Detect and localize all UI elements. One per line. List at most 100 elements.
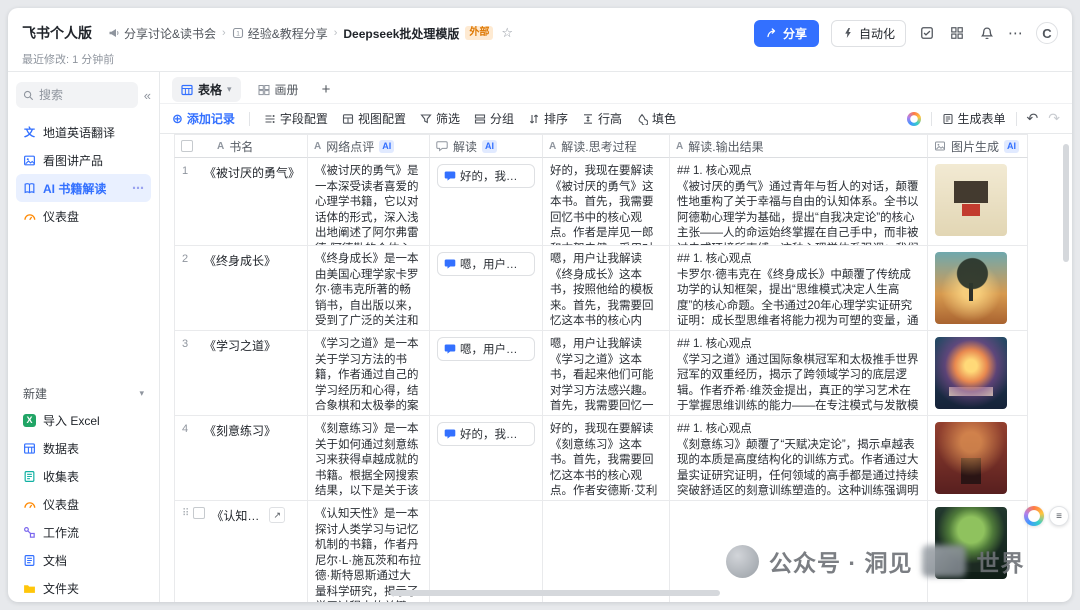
fill-color-button[interactable]: 填色 xyxy=(636,110,676,127)
cell-image[interactable] xyxy=(928,246,1028,331)
divider xyxy=(249,112,250,126)
cell-output[interactable]: ## 1. 核心观点 《学习之道》通过国际象棋冠军和太极推手世界冠军的双重经历，… xyxy=(670,331,928,416)
sidebar-item-doc[interactable]: 文档 xyxy=(16,546,151,574)
select-all-checkbox[interactable] xyxy=(181,140,193,152)
sidebar-item-import-excel[interactable]: X 导入 Excel xyxy=(16,406,151,434)
row-number: 3 xyxy=(182,337,198,350)
apps-grid-icon[interactable] xyxy=(948,24,966,42)
checklist-icon[interactable] xyxy=(918,24,936,42)
sidebar-item-translate[interactable]: 文 地道英语翻译 xyxy=(16,118,151,146)
group-button[interactable]: 分组 xyxy=(474,110,514,127)
cell-interpret[interactable]: 好的，我现在要解... xyxy=(430,416,543,501)
column-header-review[interactable]: A 网络点评 AI xyxy=(308,134,430,158)
cell-interpret[interactable]: 好的，我现在要解... xyxy=(430,158,543,246)
cell-output[interactable]: ## 1. 核心观点 《刻意练习》颠覆了“天赋决定论”，揭示卓越表现的本质是高度… xyxy=(670,416,928,501)
more-menu-icon[interactable]: ⋯ xyxy=(1008,24,1024,42)
breadcrumb-item-folder[interactable]: 1 经验&教程分享 xyxy=(232,25,328,42)
ai-chat-chip[interactable]: 嗯，用户让我解读... xyxy=(437,252,535,276)
cell-image[interactable] xyxy=(928,158,1028,246)
sidebar-item-product[interactable]: 看图讲产品 xyxy=(16,146,151,174)
cell-interpret[interactable]: 嗯，用户让我解读... xyxy=(430,331,543,416)
row-height-button[interactable]: 行高 xyxy=(582,110,622,127)
generated-image-dark-red[interactable] xyxy=(935,422,1007,494)
tab-table-view[interactable]: 表格 ▾ xyxy=(172,77,241,102)
favorite-star-icon[interactable]: ☆ xyxy=(501,25,513,41)
search-box[interactable] xyxy=(16,82,138,108)
ai-chat-chip[interactable]: 好的，我现在要解... xyxy=(437,164,535,188)
sidebar-item-workflow[interactable]: 工作流 xyxy=(16,518,151,546)
book-title: 《学习之道》 xyxy=(204,337,276,354)
sidebar-collapse-icon[interactable]: « xyxy=(144,88,151,103)
ai-chat-chip[interactable]: 好的，我现在要解... xyxy=(437,422,535,446)
row-checkbox[interactable] xyxy=(193,507,205,519)
cell-image[interactable] xyxy=(928,416,1028,501)
search-input[interactable] xyxy=(39,88,109,102)
ai-badge: AI xyxy=(379,140,394,153)
column-header-output[interactable]: A 解读.输出结果 xyxy=(670,134,928,158)
column-header-title[interactable]: A 书名 xyxy=(174,134,308,158)
generated-image-book-cover[interactable] xyxy=(935,164,1007,236)
undo-icon[interactable]: ↶ xyxy=(1027,110,1039,127)
cell-review[interactable]: 《学习之道》是一本关于学习方法的书籍，作者通过自己的学习经历和心得，结合象棋和太… xyxy=(308,331,430,416)
ai-float-button[interactable] xyxy=(1024,506,1044,526)
cell-title[interactable]: 2 《终身成长》 xyxy=(174,246,308,331)
cell-review[interactable]: 《刻意练习》是一本关于如何通过刻意练习来获得卓越成就的书籍。根据全网搜索结果，以… xyxy=(308,416,430,501)
cell-review[interactable]: 《终身成长》是一本由美国心理学家卡罗尔·德韦克所著的畅销书，自出版以来，受到了广… xyxy=(308,246,430,331)
breadcrumb-item-current[interactable]: Deepseek批处理模版 xyxy=(343,25,459,42)
cell-review[interactable]: 《被讨厌的勇气》是一本深受读者喜爱的心理学书籍，它以对话体的形式，深入浅出地阐述… xyxy=(308,158,430,246)
generated-image-tree-sunset[interactable] xyxy=(935,252,1007,324)
cell-thinking[interactable]: 嗯，用户让我解读《终身成长》这本书，按照他给的模板来。首先，我需要回忆这本书的核… xyxy=(543,246,670,331)
tab-gallery-view[interactable]: 画册 xyxy=(249,77,308,102)
ai-assistant-icon[interactable] xyxy=(907,112,921,126)
field-config-button[interactable]: 字段配置 xyxy=(264,110,328,127)
cell-output[interactable] xyxy=(670,501,928,602)
sidebar-item-datatable[interactable]: 数据表 xyxy=(16,434,151,462)
redo-icon[interactable]: ↷ xyxy=(1048,110,1060,127)
cell-interpret[interactable]: 嗯，用户让我解读... xyxy=(430,246,543,331)
cell-review[interactable]: 《认知天性》是一本探讨人类学习与记忆机制的书籍，作者丹尼尔·L·施瓦茨和布拉德·… xyxy=(308,501,430,602)
sidebar-item-dashboard-new[interactable]: 仪表盘 xyxy=(16,490,151,518)
generated-image-head-tree[interactable] xyxy=(935,507,1007,579)
generate-form-button[interactable]: 生成表单 xyxy=(942,110,1006,127)
cell-title[interactable]: 4 《刻意练习》 xyxy=(174,416,308,501)
expand-record-icon[interactable]: ↗ xyxy=(269,507,285,523)
sidebar-item-dashboard[interactable]: 仪表盘 xyxy=(16,202,151,230)
add-record-button[interactable]: ⊕ 添加记录 xyxy=(172,110,235,127)
drag-handle-icon[interactable]: ⠿ xyxy=(182,507,187,519)
vertical-scrollbar[interactable] xyxy=(1063,140,1069,580)
app-logo[interactable]: 飞书个人版 xyxy=(22,23,92,43)
horizontal-scrollbar-thumb[interactable] xyxy=(390,590,720,596)
user-avatar[interactable]: C xyxy=(1036,22,1058,44)
column-header-thinking[interactable]: A 解读.思考过程 xyxy=(543,134,670,158)
cell-thinking[interactable]: 嗯，用户让我解读《学习之道》这本书，看起来他们可能对学习方法感兴趣。首先，我需要… xyxy=(543,331,670,416)
generated-image-book-burst[interactable] xyxy=(935,337,1007,409)
cell-title[interactable]: 1 《被讨厌的勇气》 xyxy=(174,158,308,246)
cell-thinking[interactable] xyxy=(543,501,670,602)
item-more-icon[interactable]: ⋯ xyxy=(132,181,144,195)
cell-image[interactable] xyxy=(928,331,1028,416)
sidebar-item-folder[interactable]: 文件夹 xyxy=(16,574,151,602)
sidebar-item-form[interactable]: 收集表 xyxy=(16,462,151,490)
ai-chat-chip[interactable]: 嗯，用户让我解读... xyxy=(437,337,535,361)
cell-output[interactable]: ## 1. 核心观点 《被讨厌的勇气》通过青年与哲人的对话，颠覆性地重构了关于幸… xyxy=(670,158,928,246)
view-config-button[interactable]: 视图配置 xyxy=(342,110,406,127)
breadcrumb-item-group[interactable]: 分享讨论&读书会 xyxy=(108,25,216,42)
new-section-header[interactable]: 新建 ▾ xyxy=(16,380,151,406)
cell-thinking[interactable]: 好的，我现在要解读《刻意练习》这本书。首先，我需要回忆这本书的核心观点。作者安德… xyxy=(543,416,670,501)
sort-button[interactable]: 排序 xyxy=(528,110,568,127)
add-view-button[interactable]: + xyxy=(316,81,337,98)
column-header-interpret[interactable]: 解读 AI xyxy=(430,134,543,158)
cell-thinking[interactable]: 好的，我现在要解读《被讨厌的勇气》这本书。首先，我需要回忆书中的核心观点。作者是… xyxy=(543,158,670,246)
sidebar-item-ai-book[interactable]: AI 书籍解读 ⋯ xyxy=(16,174,151,202)
cell-image[interactable] xyxy=(928,501,1028,602)
automation-button[interactable]: 自动化 xyxy=(831,20,906,47)
filter-button[interactable]: 筛选 xyxy=(420,110,460,127)
notification-bell-icon[interactable] xyxy=(978,24,996,42)
column-header-image[interactable]: 图片生成 AI xyxy=(928,134,1028,158)
cell-interpret[interactable] xyxy=(430,501,543,602)
cell-title[interactable]: ⠿ 《认知天性》 ↗ xyxy=(174,501,308,602)
vertical-scrollbar-thumb[interactable] xyxy=(1063,144,1069,262)
cell-output[interactable]: ## 1. 核心观点 卡罗尔·德韦克在《终身成长》中颠覆了传统成功学的认知框架，… xyxy=(670,246,928,331)
share-button[interactable]: 分享 xyxy=(754,20,819,47)
cell-title[interactable]: 3 《学习之道》 xyxy=(174,331,308,416)
